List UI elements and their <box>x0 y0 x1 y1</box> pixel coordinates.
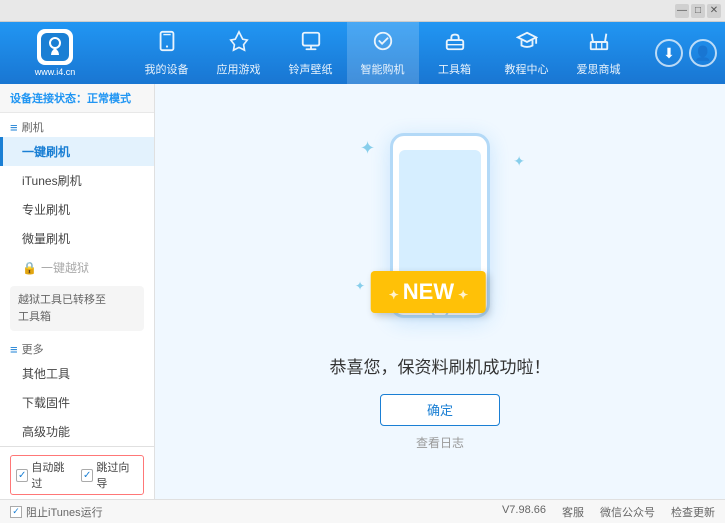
apps-icon <box>228 30 250 58</box>
nav-item-my-device[interactable]: 我的设备 <box>131 22 203 84</box>
one-click-flash-label: 一键刷机 <box>22 145 70 159</box>
sidebar-bottom: ✓ 自动跳过 ✓ 跳过向导 iPhone 12 mini <box>0 446 154 499</box>
skip-wizard-label: 跳过向导 <box>96 459 138 491</box>
nav-label-smart-shop: 智能购机 <box>361 61 405 77</box>
itunes-label: 阻止iTunes运行 <box>26 504 103 520</box>
top-nav: www.i4.cn 我的设备 应用游戏 <box>0 22 725 84</box>
sidebar-item-one-click-flash[interactable]: 一键刷机 <box>0 137 154 166</box>
main-area: 设备连接状态：正常模式 ≡ 刷机 一键刷机 iTunes刷机 专业刷机 微量刷机… <box>0 84 725 499</box>
itunes-checkbox[interactable]: ✓ <box>10 506 22 518</box>
sidebar-item-other-tools[interactable]: 其他工具 <box>0 359 154 388</box>
other-tools-label: 其他工具 <box>22 367 70 381</box>
nav-label-toolbox: 工具箱 <box>438 61 471 77</box>
checkbox-row: ✓ 自动跳过 ✓ 跳过向导 <box>10 455 144 495</box>
status-value: 正常模式 <box>87 93 131 105</box>
download-btn[interactable]: ⬇ <box>655 39 683 67</box>
skip-wizard-checkbox[interactable]: ✓ 跳过向导 <box>81 459 138 491</box>
sidebar: 设备连接状态：正常模式 ≡ 刷机 一键刷机 iTunes刷机 专业刷机 微量刷机… <box>0 84 155 499</box>
sparkle-icon-1: ✦ <box>360 138 375 159</box>
nav-label-ringtones: 铃声壁纸 <box>289 61 333 77</box>
new-badge: NEW <box>371 271 486 313</box>
advanced-label: 高级功能 <box>22 425 70 439</box>
nav-right: ⬇ 👤 <box>655 39 725 67</box>
sidebar-item-advanced[interactable]: 高级功能 <box>0 417 154 446</box>
data-flash-label: 微量刷机 <box>22 232 70 246</box>
nav-items: 我的设备 应用游戏 铃声壁纸 <box>110 22 655 84</box>
confirm-button[interactable]: 确定 <box>380 394 500 426</box>
footer: ✓ 阻止iTunes运行 V7.98.66 客服 微信公众号 检查更新 <box>0 499 725 523</box>
sidebar-item-download-firmware[interactable]: 下载固件 <box>0 388 154 417</box>
sidebar-item-data-flash[interactable]: 微量刷机 <box>0 224 154 253</box>
close-btn[interactable]: ✕ <box>707 4 721 18</box>
sidebar-status: 设备连接状态：正常模式 <box>0 84 154 113</box>
nav-item-tutorials[interactable]: 教程中心 <box>491 22 563 84</box>
itunes-flash-label: iTunes刷机 <box>22 174 82 188</box>
nav-item-toolbox[interactable]: 工具箱 <box>419 22 491 84</box>
diary-link[interactable]: 查看日志 <box>416 434 464 451</box>
download-firmware-label: 下载固件 <box>22 396 70 410</box>
nav-label-apps: 应用游戏 <box>217 61 261 77</box>
congrat-text: 恭喜您，保资料刷机成功啦！ <box>330 353 551 378</box>
update-link[interactable]: 检查更新 <box>671 504 715 520</box>
maximize-btn[interactable]: □ <box>691 4 705 18</box>
flash-label: 刷机 <box>22 119 44 135</box>
sparkle-icon-3: ✦ <box>355 279 365 293</box>
sidebar-locked-jailbreak: 🔒 一键越狱 <box>0 253 154 282</box>
nav-item-smart-shop[interactable]: 智能购机 <box>347 22 419 84</box>
nav-item-apps[interactable]: 应用游戏 <box>203 22 275 84</box>
content-area: ✦ ✦ ✦ NEW 恭喜您，保资料刷机成功啦！ 确定 查看日志 <box>155 84 725 499</box>
title-bar: — □ ✕ <box>0 0 725 22</box>
note-line1: 越狱工具已转移至 <box>18 294 106 306</box>
more-label: 更多 <box>22 341 44 357</box>
sidebar-item-itunes-flash[interactable]: iTunes刷机 <box>0 166 154 195</box>
nav-label-tutorials: 教程中心 <box>505 61 549 77</box>
auto-skip-label: 自动跳过 <box>31 459 73 491</box>
ringtone-icon <box>300 30 322 58</box>
pro-flash-label: 专业刷机 <box>22 203 70 217</box>
phone-illustration: ✦ ✦ ✦ NEW <box>350 133 530 333</box>
logo-area: www.i4.cn <box>0 22 110 84</box>
footer-left: ✓ 阻止iTunes运行 <box>10 504 103 520</box>
auto-skip-checkbox[interactable]: ✓ 自动跳过 <box>16 459 73 491</box>
sidebar-item-pro-flash[interactable]: 专业刷机 <box>0 195 154 224</box>
note-line2: 工具箱 <box>18 311 51 323</box>
nav-item-mall[interactable]: 爱思商城 <box>563 22 635 84</box>
status-label: 设备连接状态： <box>10 93 87 105</box>
auto-skip-box[interactable]: ✓ <box>16 469 28 482</box>
logo-text: www.i4.cn <box>35 67 76 77</box>
more-icon: ≡ <box>10 342 18 357</box>
locked-label: 一键越狱 <box>41 259 89 276</box>
logo-inner <box>41 33 69 61</box>
minimize-btn[interactable]: — <box>675 4 689 18</box>
smart-shop-icon <box>372 30 394 58</box>
toolbox-icon <box>444 30 466 58</box>
nav-item-ringtones[interactable]: 铃声壁纸 <box>275 22 347 84</box>
skip-wizard-box[interactable]: ✓ <box>81 469 93 482</box>
nav-label-my-device: 我的设备 <box>145 61 189 77</box>
flash-section: ≡ 刷机 <box>0 113 154 137</box>
account-btn[interactable]: 👤 <box>689 39 717 67</box>
more-section: ≡ 更多 <box>0 335 154 359</box>
lock-icon: 🔒 <box>22 261 37 275</box>
version-text: V7.98.66 <box>502 504 546 520</box>
phone-icon <box>156 30 178 58</box>
footer-right: V7.98.66 客服 微信公众号 检查更新 <box>502 504 715 520</box>
sparkle-icon-2: ✦ <box>513 153 525 170</box>
tutorial-icon <box>516 30 538 58</box>
flash-icon: ≡ <box>10 120 18 135</box>
service-link[interactable]: 客服 <box>562 504 584 520</box>
nav-label-mall: 爱思商城 <box>577 61 621 77</box>
wechat-link[interactable]: 微信公众号 <box>600 504 655 520</box>
mall-icon <box>588 30 610 58</box>
logo-icon <box>37 29 73 65</box>
sidebar-note: 越狱工具已转移至 工具箱 <box>10 286 144 331</box>
